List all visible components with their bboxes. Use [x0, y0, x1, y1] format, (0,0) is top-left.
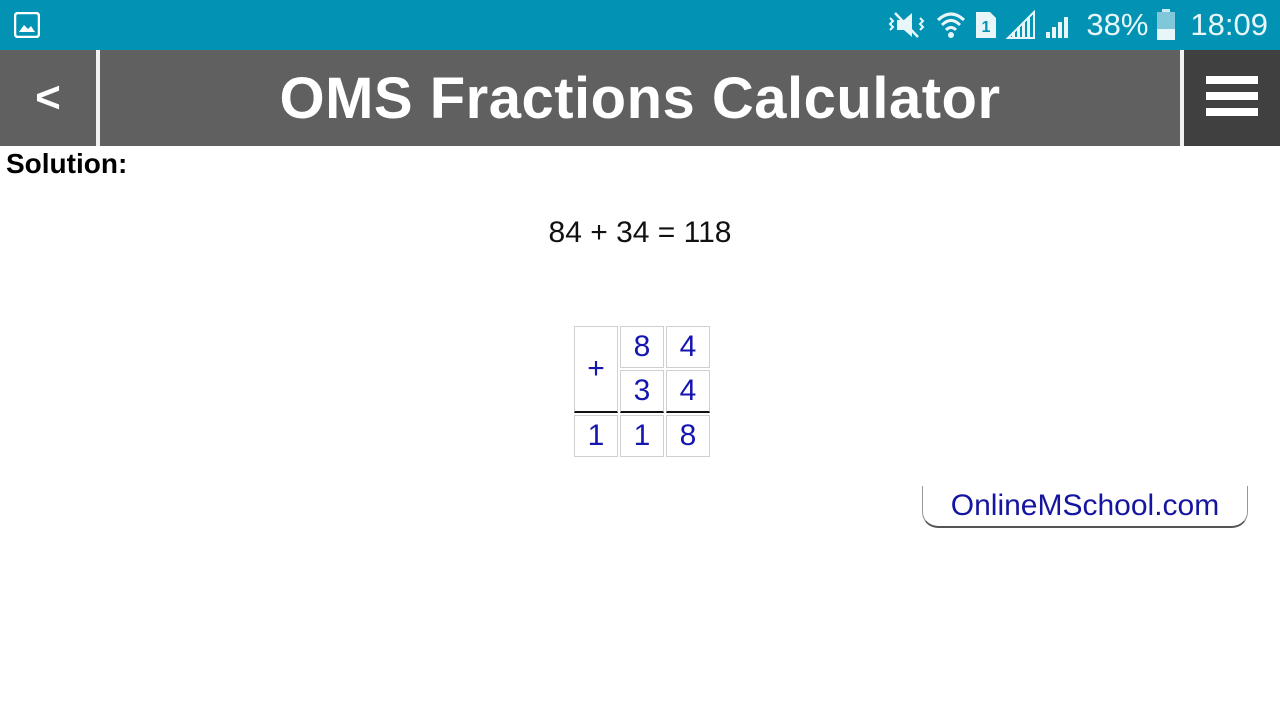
digit-cell: 4 — [666, 370, 710, 413]
operator-cell: + — [574, 326, 618, 413]
menu-button[interactable] — [1184, 50, 1280, 146]
column-addition-table: + 8 4 3 4 1 1 8 — [572, 324, 712, 459]
gallery-icon — [13, 11, 41, 39]
site-link[interactable]: OnlineMSchool.com — [922, 486, 1248, 528]
signal-icon — [1044, 10, 1074, 40]
digit-cell: 4 — [666, 326, 710, 368]
result-digit-cell: 1 — [574, 415, 618, 457]
status-time: 18:09 — [1190, 7, 1268, 42]
battery-icon — [1156, 9, 1176, 41]
mute-vibrate-icon — [888, 10, 928, 40]
status-icons: 1 38% 18:09 — [888, 0, 1268, 50]
status-bar: 1 38% 18:09 — [0, 0, 1280, 50]
solution-label: Solution: — [6, 148, 128, 179]
app-bar: < OMS Fractions Calculator — [0, 50, 1280, 146]
digit-cell: 3 — [620, 370, 664, 413]
result-digit-cell: 8 — [666, 415, 710, 457]
back-button[interactable]: < — [0, 50, 96, 146]
digit-cell: 8 — [620, 326, 664, 368]
svg-text:1: 1 — [982, 19, 991, 36]
equation: 84 + 34 = 118 — [548, 216, 732, 249]
app-title: OMS Fractions Calculator — [279, 65, 1001, 131]
signal-icon — [1006, 10, 1036, 40]
result-digit-cell: 1 — [620, 415, 664, 457]
wifi-icon — [936, 10, 966, 40]
sim-1-icon: 1 — [974, 10, 998, 40]
hamburger-menu-icon — [1206, 75, 1258, 121]
battery-percent: 38% — [1086, 7, 1149, 42]
